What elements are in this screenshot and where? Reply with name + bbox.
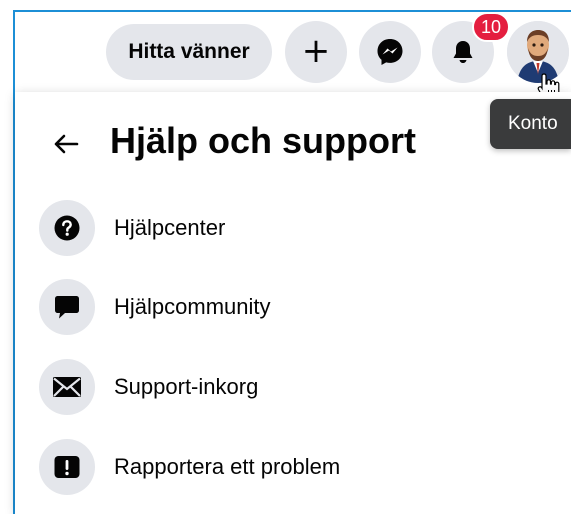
bell-icon [453, 41, 473, 63]
menu-item-support-inbox[interactable]: Support-inkorg [28, 352, 508, 422]
menu-label: Hjälpcenter [114, 215, 226, 240]
speech-bubble-icon [55, 296, 79, 319]
menu-label: Rapportera ett problem [114, 454, 341, 479]
messenger-button[interactable] [359, 21, 421, 83]
messenger-icon [377, 39, 403, 65]
exclamation-square-icon [54, 456, 80, 478]
menu-icon-bg [39, 279, 95, 335]
arrow-left-icon [54, 134, 79, 154]
plus-icon: + [301, 30, 331, 71]
menu-icon-bg [39, 359, 95, 415]
notification-count-badge: 10 [472, 12, 510, 42]
menu-label: Support-inkorg [114, 374, 259, 399]
create-button[interactable]: + [285, 21, 347, 83]
menu-icon-bg [39, 439, 95, 495]
menu-item-report-problem[interactable]: Rapportera ett problem [28, 432, 508, 502]
question-circle-icon [54, 215, 80, 241]
envelope-icon [53, 377, 81, 397]
browser-viewport: Hitta vänner + 10 Hjälp och support Hjäl… [0, 0, 571, 514]
menu-item-help-center[interactable]: Hjälpcenter [28, 193, 508, 263]
menu-icon-bg [39, 200, 95, 256]
panel-title: Hjälp och support [110, 120, 416, 161]
back-button[interactable] [44, 122, 88, 166]
menu-label: Hjälpcommunity [114, 294, 271, 319]
account-tooltip: Konto [490, 99, 571, 149]
find-friends-button[interactable]: Hitta vänner [106, 24, 272, 80]
menu-item-help-community[interactable]: Hjälpcommunity [28, 272, 508, 342]
